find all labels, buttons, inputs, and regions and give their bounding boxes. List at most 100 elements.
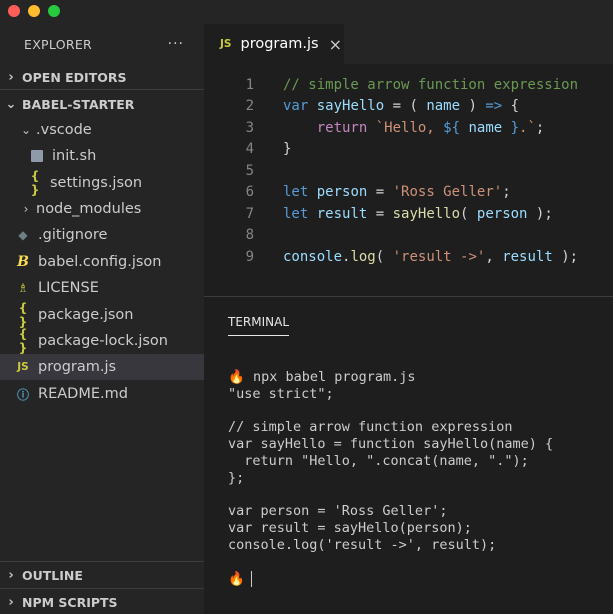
- code-token: 'Ross Geller': [392, 184, 503, 201]
- code-token: let: [283, 205, 309, 222]
- js-file-icon: JS: [220, 38, 232, 50]
- terminal-cursor: [250, 570, 252, 587]
- json-file-icon: { }: [18, 301, 28, 329]
- tree-item-node-modules[interactable]: › node_modules: [0, 196, 204, 222]
- tree-item-package-lock-json[interactable]: { } package-lock.json: [0, 327, 204, 355]
- tree-item-label: init.sh: [52, 148, 97, 164]
- fire-icon: 🔥: [228, 570, 245, 587]
- code-token: person: [316, 184, 368, 201]
- more-actions-icon[interactable]: ···: [168, 36, 184, 52]
- terminal-line: var result = sayHello(person);: [228, 520, 472, 537]
- project-section[interactable]: ⌄ BABEL-STARTER: [0, 92, 204, 116]
- tree-item-label: package-lock.json: [38, 333, 168, 349]
- code-line: 9 console.log( 'result ->', result );: [204, 246, 613, 268]
- tab-bar: JS program.js ×: [204, 0, 613, 64]
- tree-item-label: .vscode: [36, 122, 92, 138]
- code-token: ,: [485, 248, 503, 265]
- code-line: 2 var sayHello = ( name ) => {: [204, 96, 613, 118]
- code-token: console: [283, 248, 343, 265]
- tab-program-js[interactable]: JS program.js ×: [204, 24, 344, 64]
- code-token: name: [426, 98, 461, 115]
- vscode-window: EXPLORER ··· › OPEN EDITORS ⌄ BABEL-STAR…: [0, 0, 613, 614]
- terminal-command: npx babel program.js: [244, 369, 416, 385]
- code-token: {: [502, 98, 520, 115]
- tree-item-label: package.json: [38, 307, 134, 323]
- code-token: (: [460, 205, 477, 222]
- tree-item-program-js[interactable]: JS program.js: [0, 354, 204, 380]
- line-number: 3: [245, 119, 254, 136]
- json-file-icon: { }: [30, 169, 40, 197]
- code-token: name: [460, 119, 511, 136]
- close-window-button[interactable]: [8, 5, 20, 17]
- code-token: );: [552, 248, 579, 265]
- code-token: (: [375, 248, 393, 265]
- line-number: 5: [245, 162, 254, 179]
- minimize-window-button[interactable]: [28, 5, 40, 17]
- npm-scripts-section[interactable]: › NPM SCRIPTS: [0, 590, 204, 614]
- code-editor[interactable]: 1 // simple arrow function expression 2 …: [204, 74, 613, 268]
- code-line: 6 let person = 'Ross Geller';: [204, 182, 613, 204]
- open-editors-label: OPEN EDITORS: [22, 69, 127, 85]
- tree-item-label: node_modules: [36, 201, 142, 217]
- code-token: );: [527, 205, 553, 222]
- terminal-line: console.log('result ->', result);: [228, 536, 497, 553]
- info-icon: ⓘ: [16, 387, 29, 402]
- code-token: result: [502, 248, 553, 265]
- line-number: 4: [245, 141, 254, 158]
- outline-label: OUTLINE: [22, 567, 83, 583]
- code-token: ${: [443, 119, 461, 136]
- tree-item-init-sh[interactable]: init.sh: [0, 143, 204, 169]
- tree-item-label: program.js: [38, 359, 117, 375]
- line-number: 2: [245, 98, 254, 115]
- terminal-line: 🔥 npx babel program.js: [228, 369, 553, 386]
- code-line: 1 // simple arrow function expression: [204, 74, 613, 96]
- line-number: 7: [245, 205, 254, 222]
- tree-item-vscode-folder[interactable]: ⌄ .vscode: [0, 117, 204, 143]
- code-line: 7 let result = sayHello( person );: [204, 203, 613, 225]
- terminal-line: var sayHello = function sayHello(name) {: [228, 436, 554, 453]
- zoom-window-button[interactable]: [48, 5, 60, 17]
- fire-icon: 🔥: [228, 369, 245, 385]
- tree-item-settings-json[interactable]: { } settings.json: [0, 169, 204, 197]
- chevron-down-icon: ⌄: [5, 96, 17, 112]
- tab-terminal[interactable]: TERMINAL: [228, 315, 290, 336]
- code-token: = (: [384, 98, 427, 115]
- explorer-header: EXPLORER ···: [24, 34, 184, 54]
- git-icon: ◆: [18, 228, 28, 242]
- terminal-line: };: [228, 469, 245, 486]
- tree-item-gitignore[interactable]: ◆ .gitignore: [0, 222, 204, 248]
- code-token: return: [316, 119, 368, 136]
- chevron-right-icon: ›: [8, 69, 14, 85]
- code-token: person: [476, 205, 528, 222]
- code-token: ;: [502, 184, 511, 201]
- code-line: 8: [204, 225, 613, 247]
- outline-section[interactable]: › OUTLINE: [0, 563, 204, 587]
- close-icon[interactable]: ×: [329, 35, 342, 54]
- project-label: BABEL-STARTER: [22, 96, 135, 112]
- chevron-right-icon: ›: [8, 594, 14, 610]
- tree-item-readme[interactable]: ⓘ README.md: [0, 381, 204, 407]
- section-divider: [0, 89, 204, 90]
- tree-item-babel-config[interactable]: B babel.config.json: [0, 249, 204, 275]
- npm-scripts-label: NPM SCRIPTS: [22, 594, 118, 610]
- chevron-right-icon: ›: [23, 202, 29, 216]
- terminal-output[interactable]: 🔥 npx babel program.js "use strict"; // …: [228, 369, 553, 587]
- line-number: 8: [245, 227, 254, 244]
- code-line: 4 }: [204, 139, 613, 161]
- tree-item-label: settings.json: [50, 175, 143, 191]
- editor-area: JS program.js × 1 // simple arrow functi…: [204, 0, 613, 614]
- tree-item-license[interactable]: ♗ LICENSE: [0, 275, 204, 301]
- section-divider: [0, 588, 204, 589]
- tree-item-package-json[interactable]: { } package.json: [0, 301, 204, 329]
- code-token: ;: [535, 119, 545, 136]
- code-token: 'result ->': [392, 248, 486, 265]
- chevron-down-icon: ⌄: [20, 123, 32, 137]
- code-token: sayHello: [316, 98, 385, 115]
- tree-item-label: LICENSE: [38, 280, 99, 296]
- babel-icon: B: [17, 254, 29, 270]
- tab-label: program.js: [240, 36, 319, 52]
- open-editors-section[interactable]: › OPEN EDITORS: [0, 65, 204, 89]
- terminal-line: 🔥: [228, 570, 553, 588]
